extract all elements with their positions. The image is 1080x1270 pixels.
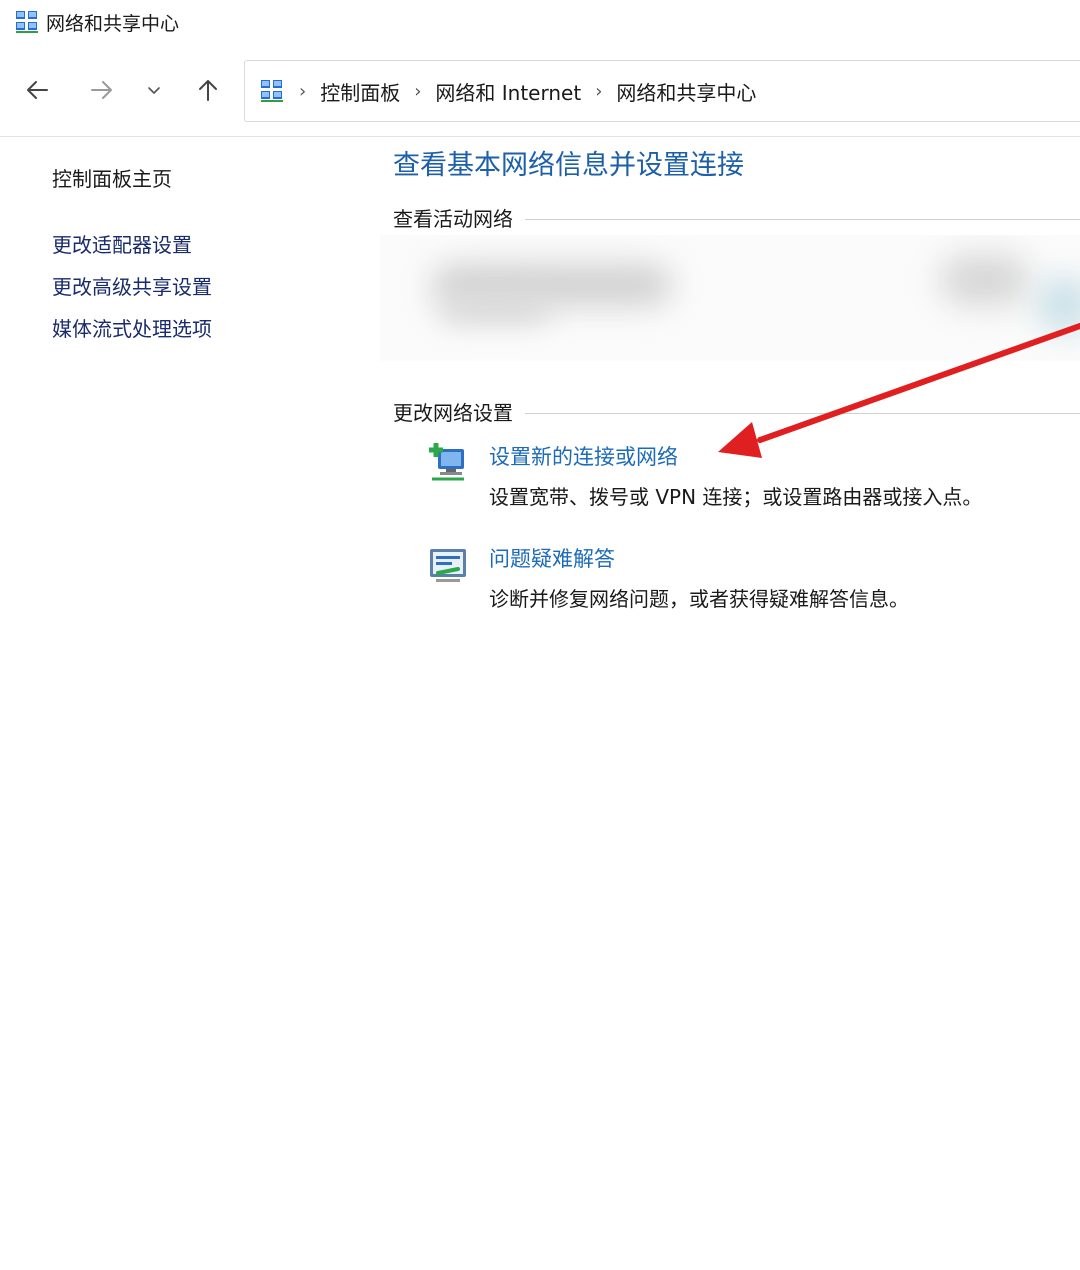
troubleshoot-link[interactable]: 问题疑难解答 [489,543,615,573]
task-new-connection: 设置新的连接或网络 设置宽带、拨号或 VPN 连接；或设置路由器或接入点。 [380,437,1080,517]
up-button[interactable] [190,72,226,108]
address-bar[interactable]: › 控制面板 › 网络和 Internet › 网络和共享中心 [244,60,1080,122]
up-arrow-icon [199,80,217,101]
sidebar-item-adapter-settings[interactable]: 更改适配器设置 [52,229,192,258]
change-settings-heading: 更改网络设置 [393,397,1080,426]
change-settings-heading-label: 更改网络设置 [393,401,513,425]
back-button[interactable] [20,72,56,108]
setup-new-connection-description: 设置宽带、拨号或 VPN 连接；或设置路由器或接入点。 [489,485,983,509]
breadcrumb-network-internet[interactable]: 网络和 Internet [435,77,581,106]
back-arrow-icon [27,81,48,99]
active-network-info-blurred [380,235,1080,361]
breadcrumb: › 控制面板 › 网络和 Internet › 网络和共享中心 [295,61,756,121]
sidebar-item-control-panel-home[interactable]: 控制面板主页 [52,163,172,192]
blurred-region [1035,275,1080,335]
recent-locations-button[interactable] [136,72,172,108]
forward-button[interactable] [83,72,119,108]
network-center-icon [16,11,38,33]
network-center-icon [261,80,283,102]
chevron-right-icon[interactable]: › [299,81,306,102]
troubleshoot-description: 诊断并修复网络问题，或者获得疑难解答信息。 [489,587,909,611]
blurred-region [940,255,1030,305]
breadcrumb-control-panel[interactable]: 控制面板 [320,77,400,106]
sidebar-item-media-streaming[interactable]: 媒体流式处理选项 [52,313,212,342]
setup-new-connection-link[interactable]: 设置新的连接或网络 [489,441,678,471]
navigation-bar: › 控制面板 › 网络和 Internet › 网络和共享中心 [0,44,1080,137]
active-networks-heading-label: 查看活动网络 [393,207,513,231]
breadcrumb-network-center[interactable]: 网络和共享中心 [616,77,756,106]
sidebar-item-advanced-sharing[interactable]: 更改高级共享设置 [52,271,212,300]
chevron-right-icon[interactable]: › [595,81,602,102]
section-divider [525,218,1080,220]
troubleshoot-icon [430,549,466,582]
sidebar: 控制面板主页 更改适配器设置 更改高级共享设置 媒体流式处理选项 [0,137,370,1270]
active-networks-heading: 查看活动网络 [393,203,1080,232]
blurred-region [440,297,550,323]
chevron-right-icon[interactable]: › [414,81,421,102]
main-content: 查看基本网络信息并设置连接 查看活动网络 更改网络设置 设置新的连接或网络 设置… [380,137,1080,1270]
section-divider [525,412,1080,414]
page-title: 查看基本网络信息并设置连接 [393,150,744,181]
forward-arrow-icon [91,81,112,99]
title-bar: 网络和共享中心 [0,0,1080,44]
task-troubleshoot: 问题疑难解答 诊断并修复网络问题，或者获得疑难解答信息。 [380,539,1080,619]
window-title: 网络和共享中心 [46,13,180,35]
new-connection-icon [429,443,464,481]
chevron-down-icon [148,87,160,94]
